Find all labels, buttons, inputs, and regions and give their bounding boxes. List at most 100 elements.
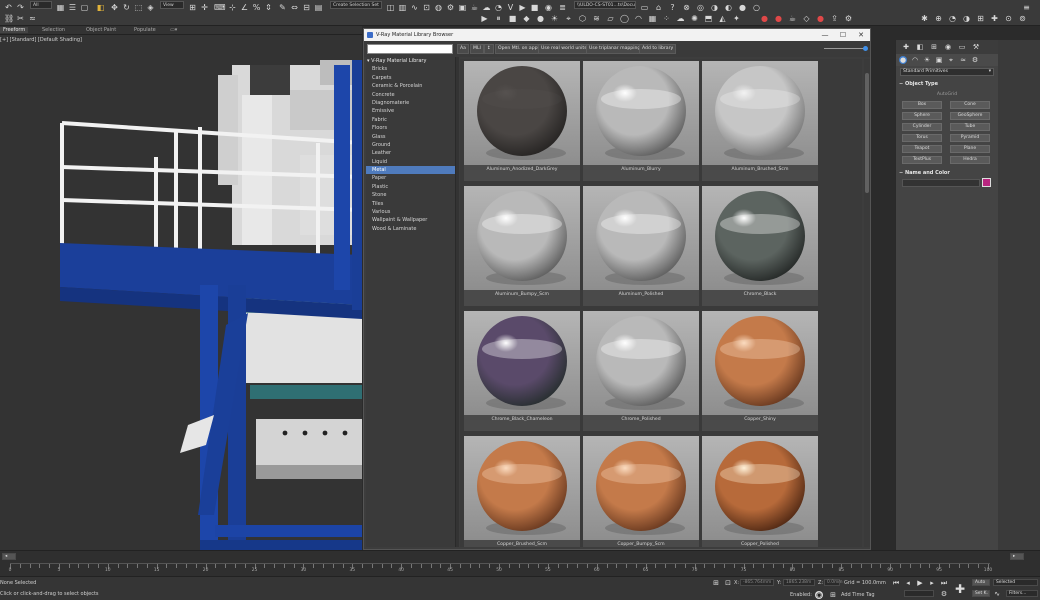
modify-tab-icon[interactable]: ◧: [916, 43, 924, 51]
layer-explorer-icon[interactable]: ◫: [386, 3, 395, 12]
play-icon[interactable]: ▶: [480, 14, 489, 23]
scatter-icon[interactable]: ⁘: [662, 14, 671, 23]
category-item[interactable]: Metal: [366, 166, 455, 175]
go-to-end-icon[interactable]: ⏭: [940, 579, 948, 587]
category-item[interactable]: Carpets: [366, 74, 455, 82]
time-config-icon[interactable]: ⚙: [940, 590, 948, 598]
toggle-scene-explorer-icon[interactable]: ▤: [314, 3, 323, 12]
category-item[interactable]: Stone: [366, 191, 455, 199]
systems-icon[interactable]: ⚙: [971, 56, 979, 64]
lock-selection-icon[interactable]: ⊞: [712, 579, 720, 587]
window-crossing-icon[interactable]: ◧: [96, 3, 105, 12]
material-search-input[interactable]: [367, 44, 453, 54]
time-slider-left[interactable]: ◂: [2, 553, 16, 560]
time-tag-icon[interactable]: ⊞: [829, 591, 837, 599]
absolute-mode-icon[interactable]: ⊡: [724, 579, 732, 587]
gem-icon[interactable]: ◇: [802, 14, 811, 23]
toolbar-icon-d[interactable]: ◐: [724, 3, 733, 12]
material-tile[interactable]: Aluminum_Brushed_Scm: [702, 61, 818, 181]
bind-spacewarp-icon[interactable]: ≈: [28, 14, 37, 23]
go-to-start-icon[interactable]: ⏮: [892, 579, 900, 587]
object-type-rollout[interactable]: − Object Type: [899, 81, 995, 87]
material-tile[interactable]: Copper_Polished: [702, 436, 818, 547]
vray-ipr-icon[interactable]: ◉: [544, 3, 553, 12]
real-world-units-button[interactable]: Use real world units: [538, 44, 590, 54]
object-type-button[interactable]: Box: [902, 101, 942, 109]
region-select-icon[interactable]: ▢: [80, 3, 89, 12]
display-tab-icon[interactable]: ▭: [958, 43, 966, 51]
decal-icon[interactable]: ⬒: [704, 14, 713, 23]
name-color-rollout[interactable]: − Name and Color: [899, 170, 995, 176]
vray-tool-icon-3[interactable]: ◔: [948, 14, 957, 23]
material-tile[interactable]: Chrome_Polished: [583, 311, 699, 431]
red-dot-icon-3[interactable]: ●: [816, 14, 825, 23]
object-color-swatch[interactable]: [982, 178, 991, 187]
category-item[interactable]: Liquid: [366, 158, 455, 166]
lights-icon[interactable]: ☀: [923, 56, 931, 64]
undo-icon[interactable]: ↶: [4, 3, 13, 12]
match-case-button[interactable]: Aa: [457, 44, 469, 54]
light-icon[interactable]: ☀: [550, 14, 559, 23]
select-manipulate-icon[interactable]: ✛: [200, 3, 209, 12]
pause-icon[interactable]: ⏸: [494, 14, 503, 23]
select-by-name-icon[interactable]: ☰: [68, 3, 77, 12]
fur-icon[interactable]: ≋: [592, 14, 601, 23]
object-type-button[interactable]: Cylinder: [902, 123, 942, 131]
create-tab-icon[interactable]: ✚: [902, 43, 910, 51]
vray-tool-icon-8[interactable]: ⊚: [1018, 14, 1027, 23]
category-item[interactable]: Glass: [366, 133, 455, 141]
cameras-icon[interactable]: ▣: [935, 56, 943, 64]
object-type-button[interactable]: Teapot: [902, 145, 942, 153]
object-type-button[interactable]: TextPlus: [902, 156, 942, 164]
sphere-icon[interactable]: ◯: [620, 14, 629, 23]
help-icon[interactable]: ?: [668, 3, 677, 12]
z-coordinate-field[interactable]: 0.0mm: [824, 579, 843, 586]
auto-key-button[interactable]: Auto: [972, 579, 990, 586]
percent-snap-icon[interactable]: %: [252, 3, 261, 12]
angle-snap-icon[interactable]: ∠: [240, 3, 249, 12]
filter-dropdown[interactable]: All: [30, 1, 52, 9]
category-item[interactable]: Wallpaint & Wallpaper: [366, 216, 455, 224]
proxy-icon[interactable]: ⬡: [578, 14, 587, 23]
material-tile[interactable]: Copper_Bumpy_Scm: [583, 436, 699, 547]
render-setup-icon[interactable]: ⚙: [446, 3, 455, 12]
snaps-toggle-icon[interactable]: ⊹: [228, 3, 237, 12]
set-key-button[interactable]: Set K.: [972, 590, 990, 597]
material-tile[interactable]: Copper_Brushed_Scm: [464, 436, 580, 547]
prev-frame-icon[interactable]: ◂: [904, 579, 912, 587]
red-dot-icon[interactable]: ●: [760, 14, 769, 23]
redo-icon[interactable]: ↷: [16, 3, 25, 12]
mli-button[interactable]: MLI: [470, 44, 484, 54]
hierarchy-tab-icon[interactable]: ⊞: [930, 43, 938, 51]
vray-frame-buffer-icon[interactable]: V: [506, 3, 515, 12]
sort-button[interactable]: ↕: [484, 44, 494, 54]
schematic-view-icon[interactable]: ⊡: [422, 3, 431, 12]
viewport-label[interactable]: [+] [Standard] [Default Shading]: [0, 37, 82, 43]
minimize-icon[interactable]: —: [816, 29, 834, 41]
select-object-icon[interactable]: ▦: [56, 3, 65, 12]
material-tile[interactable]: Aluminum_Blurry: [583, 61, 699, 181]
thumbnail-size-slider[interactable]: [824, 48, 866, 49]
enabled-toggle-icon[interactable]: ◉: [815, 591, 823, 599]
graphite-toggle-icon[interactable]: ▥: [398, 3, 407, 12]
vray-tool-icon-7[interactable]: ⊙: [1004, 14, 1013, 23]
object-type-button[interactable]: Hedra: [950, 156, 990, 164]
vray-lister-icon[interactable]: ≣: [558, 3, 567, 12]
object-type-button[interactable]: GeoSphere: [950, 112, 990, 120]
curve-editor-icon[interactable]: ∿: [410, 3, 419, 12]
geometry-icon[interactable]: ●: [899, 56, 907, 64]
plane-icon[interactable]: ▱: [606, 14, 615, 23]
spinner-snap-icon[interactable]: ⇕: [264, 3, 273, 12]
material-tile[interactable]: Aluminum_Polished: [583, 186, 699, 306]
shapes-icon[interactable]: ◠: [911, 56, 919, 64]
settings-icon[interactable]: ⚙: [844, 14, 853, 23]
render-production-icon[interactable]: ☕: [470, 3, 479, 12]
toolbar-icon-e[interactable]: ●: [738, 3, 747, 12]
category-item[interactable]: Concrete: [366, 91, 455, 99]
key-filter-dropdown[interactable]: Selected: [993, 579, 1038, 586]
teapot-icon[interactable]: ☕: [788, 14, 797, 23]
project-icon[interactable]: ⌂: [654, 3, 663, 12]
vray-tool-icon-6[interactable]: ✚: [990, 14, 999, 23]
perspective-viewport[interactable]: [+] [Standard] [Default Shading]: [0, 35, 362, 550]
camera-icon[interactable]: ⌖: [564, 14, 573, 23]
